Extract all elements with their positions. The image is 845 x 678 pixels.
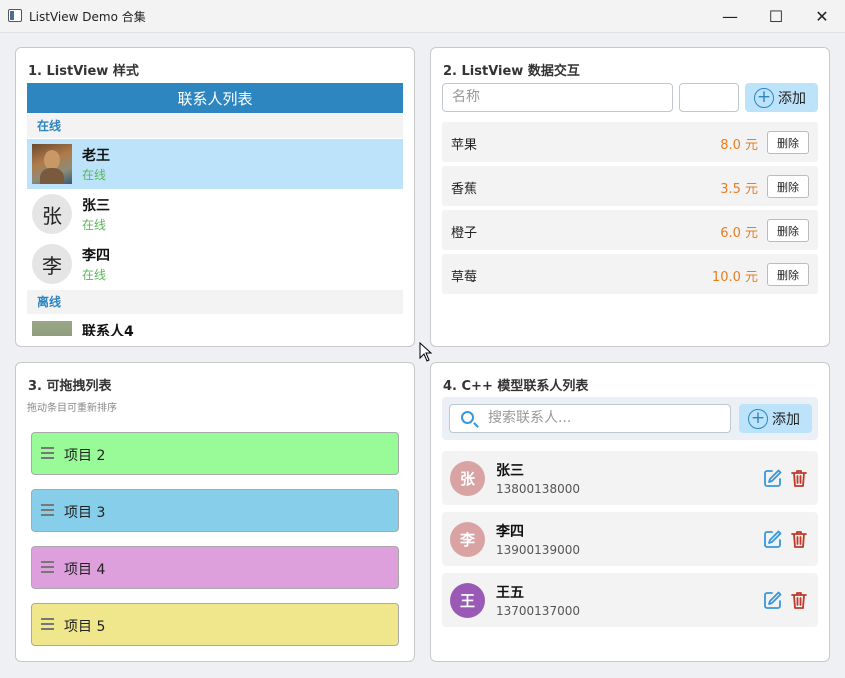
panel-subtitle: 拖动条目可重新排序 [27,403,117,414]
contact-name: 张三 [496,463,524,479]
drag-handle-icon[interactable] [41,504,54,517]
avatar: 张 [32,194,72,234]
drag-item-label: 项目 2 [64,448,106,464]
contact-name: 王五 [496,585,524,601]
avatar-photo [32,321,72,336]
add-label: 添加 [772,411,800,428]
drag-item[interactable]: 项目 4 [31,546,399,589]
edit-icon[interactable] [763,468,783,488]
minimize-icon: — [722,6,738,26]
delete-button[interactable]: 删除 [767,263,809,286]
edit-icon[interactable] [763,590,783,610]
drag-handle-icon[interactable] [41,447,54,460]
contact-status: 在线 [82,268,107,282]
avatar: 李 [32,244,72,284]
contact-name: 李四 [496,524,524,540]
drag-item[interactable]: 项目 3 [31,489,399,532]
drag-item[interactable]: 项目 5 [31,603,399,646]
panel-title: 3. 可拖拽列表 [28,379,112,394]
avatar: 王 [450,583,485,618]
contact-name: 联系人4 [82,324,134,336]
panel-title: 2. ListView 数据交互 [443,64,580,79]
drag-handle-icon[interactable] [41,561,54,574]
window-title: ListView Demo 合集 [29,10,146,24]
item-name: 草莓 [451,270,478,285]
add-button[interactable]: + 添加 [745,83,818,112]
add-contact-button[interactable]: + 添加 [739,404,812,433]
contact-item[interactable]: 联系人4 [27,319,403,336]
add-label: 添加 [778,90,806,107]
panel-cpp-model-contacts: 4. C++ 模型联系人列表 搜索联系人... + 添加 张 张三 138001… [430,362,830,662]
list-item[interactable]: 香蕉 3.5 元 删除 [442,166,818,206]
avatar: 张 [450,461,485,496]
contact-row[interactable]: 张 张三 13800138000 [442,451,818,505]
app-icon [8,9,22,22]
contact-item[interactable]: 老王 在线 [27,139,403,189]
plus-circle-icon: + [748,408,768,429]
contact-item[interactable]: 李 李四 在线 [27,239,403,289]
contact-row[interactable]: 李 李四 13900139000 [442,512,818,566]
panel-title: 1. ListView 样式 [28,64,139,79]
list-item[interactable]: 草莓 10.0 元 删除 [442,254,818,294]
contact-status: 在线 [82,168,107,182]
search-bar: 搜索联系人... + 添加 [442,397,818,440]
avatar: 李 [450,522,485,557]
contact-name: 张三 [82,198,110,214]
list-item[interactable]: 橙子 6.0 元 删除 [442,210,818,250]
list-item[interactable]: 苹果 8.0 元 删除 [442,122,818,162]
panel-data-interaction: 2. ListView 数据交互 名称 + 添加 苹果 8.0 元 删除 香蕉 … [430,47,830,347]
item-price: 6.0 元 [720,226,758,241]
contact-name: 老王 [82,148,110,164]
drag-handle-icon[interactable] [41,618,54,631]
contact-status: 在线 [82,218,107,232]
drag-item-label: 项目 3 [64,505,106,521]
drag-item-label: 项目 5 [64,619,106,635]
name-input[interactable]: 名称 [442,83,673,112]
close-icon: ✕ [815,6,829,26]
item-price: 3.5 元 [720,182,758,197]
panel-draggable-list: 3. 可拖拽列表 拖动条目可重新排序 项目 2 项目 3 项目 4 项目 5 [15,362,415,662]
contact-item[interactable]: 张 张三 在线 [27,189,403,239]
contact-phone: 13900139000 [496,543,580,557]
item-name: 香蕉 [451,182,478,197]
delete-button[interactable]: 删除 [767,219,809,242]
price-input[interactable] [679,83,739,112]
trash-icon[interactable] [789,590,809,610]
section-header-offline: 离线 [27,290,403,314]
panel-title: 4. C++ 模型联系人列表 [443,379,589,394]
item-name: 苹果 [451,138,478,153]
contact-row[interactable]: 王 王五 13700137000 [442,573,818,627]
delete-button[interactable]: 删除 [767,131,809,154]
contact-list-header: 联系人列表 [27,83,403,113]
edit-icon[interactable] [763,529,783,549]
maximize-button[interactable]: ☐ [753,0,799,32]
contact-name: 李四 [82,248,110,264]
search-input[interactable]: 搜索联系人... [449,404,731,433]
item-name: 橙子 [451,226,478,241]
drag-item[interactable]: 项目 2 [31,432,399,475]
maximize-icon: ☐ [768,6,784,26]
item-price: 8.0 元 [720,138,758,153]
contact-phone: 13800138000 [496,482,580,496]
plus-circle-icon: + [754,87,774,108]
panel-listview-style: 1. ListView 样式 联系人列表 在线 老王 在线 张 张三 在线 李 … [15,47,415,347]
close-button[interactable]: ✕ [799,0,845,32]
section-header-online: 在线 [27,114,403,138]
item-price: 10.0 元 [711,270,758,285]
delete-button[interactable]: 删除 [767,175,809,198]
trash-icon[interactable] [789,529,809,549]
mouse-cursor-icon [419,342,433,362]
drag-item-label: 项目 4 [64,562,106,578]
trash-icon[interactable] [789,468,809,488]
minimize-button[interactable]: — [707,0,753,32]
avatar-photo [32,144,72,184]
contact-phone: 13700137000 [496,604,580,618]
title-bar: ListView Demo 合集 — ☐ ✕ [0,0,845,33]
